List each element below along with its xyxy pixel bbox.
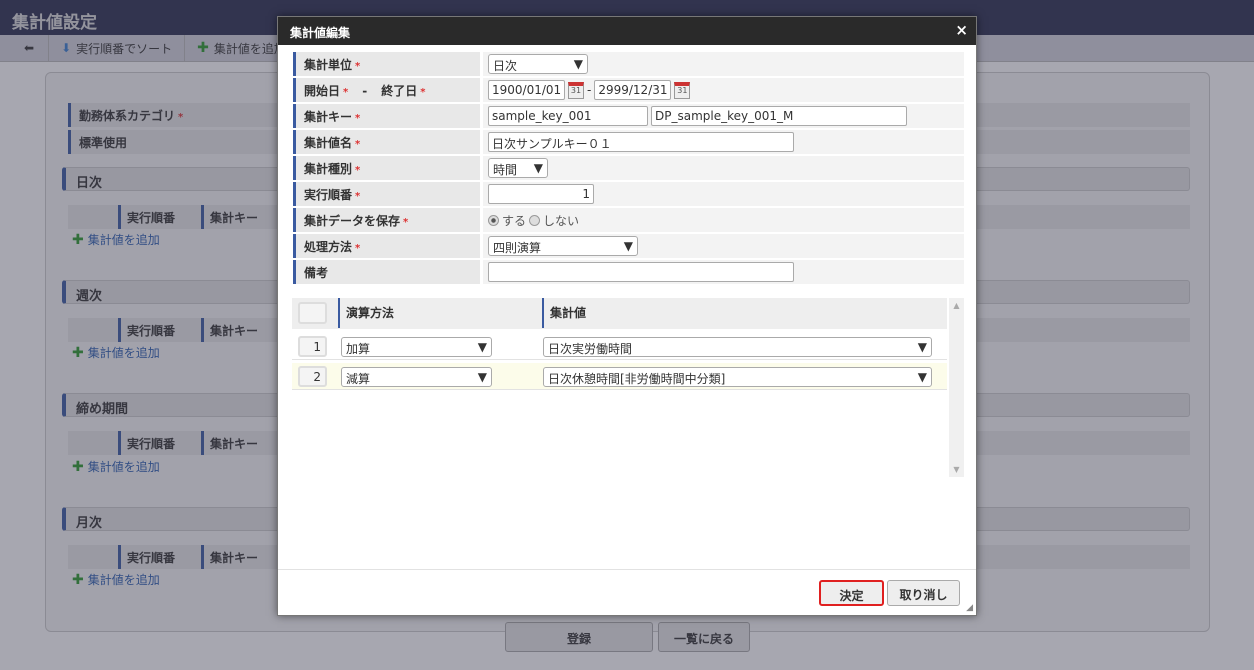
required-mark: * xyxy=(355,165,361,176)
required-mark: * xyxy=(355,191,361,202)
chevron-down-icon: ▼ xyxy=(623,239,633,253)
start-date-input[interactable]: 1900/01/01 xyxy=(488,80,565,100)
radio-no[interactable] xyxy=(529,214,541,226)
name-input[interactable]: 日次サンプルキー０１ xyxy=(488,132,794,152)
row-order: 実行順番 * 1 xyxy=(293,182,964,207)
end-date-input[interactable]: 2999/12/31 xyxy=(594,80,672,100)
required-mark: * xyxy=(355,61,361,72)
dash: - xyxy=(587,83,592,97)
required-mark: * xyxy=(355,113,361,124)
chevron-down-icon: ▼ xyxy=(917,340,927,354)
cancel-button[interactable]: 取り消し xyxy=(887,580,960,606)
label: 集計値名 xyxy=(304,136,353,150)
radio-yes-label: する xyxy=(502,213,527,228)
required-mark: * xyxy=(420,87,426,98)
value: 減算 xyxy=(346,372,371,386)
grid-row: 2 減算 ▼ 日次休憩時間[非労働時間中分類] ▼ xyxy=(292,363,947,390)
row-number[interactable]: 2 xyxy=(298,366,327,387)
calendar-icon[interactable]: 31 xyxy=(674,81,691,99)
row-save: 集計データを保存 * する しない xyxy=(293,208,964,233)
row-kind: 集計種別 * 時間 ▼ xyxy=(293,156,964,181)
col-value: 集計値 xyxy=(542,298,593,328)
value: 加算 xyxy=(346,342,371,356)
label: 集計キー xyxy=(304,110,353,124)
chevron-down-icon: ▼ xyxy=(573,57,583,71)
label: 集計データを保存 xyxy=(304,214,401,228)
value: 日次休憩時間[非労働時間中分類] xyxy=(548,372,726,386)
label: 終了日 xyxy=(381,84,418,98)
chevron-down-icon: ▼ xyxy=(917,370,927,384)
method-select[interactable]: 四則演算 ▼ xyxy=(488,236,638,256)
chevron-down-icon: ▼ xyxy=(477,340,487,354)
required-mark: * xyxy=(355,243,361,254)
required-mark: * xyxy=(355,139,361,150)
value: 時間 xyxy=(493,163,518,177)
grid-row: 1 加算 ▼ 日次実労働時間 ▼ xyxy=(292,333,947,360)
aggregate-value-select[interactable]: 日次実労働時間 ▼ xyxy=(543,337,932,357)
value: 四則演算 xyxy=(493,241,542,255)
value: 日次 xyxy=(493,59,518,73)
required-mark: * xyxy=(403,217,409,228)
footer-divider xyxy=(278,569,976,570)
unit-select[interactable]: 日次 ▼ xyxy=(488,54,588,74)
dialog-titlebar: 集計値編集 × xyxy=(278,17,976,45)
operation-select[interactable]: 減算 ▼ xyxy=(341,367,492,387)
value: 日次実労働時間 xyxy=(548,342,633,356)
ok-button[interactable]: 決定 xyxy=(819,580,884,606)
col-operation: 演算方法 xyxy=(338,298,401,328)
row-name: 集計値名 * 日次サンプルキー０１ xyxy=(293,130,964,155)
chevron-down-icon: ▼ xyxy=(533,161,543,175)
operation-select[interactable]: 加算 ▼ xyxy=(341,337,492,357)
row-unit: 集計単位 * 日次 ▼ xyxy=(293,52,964,77)
row-number[interactable]: 1 xyxy=(298,336,327,357)
chevron-down-icon: ▼ xyxy=(477,370,487,384)
required-mark: * xyxy=(343,87,349,98)
label: 開始日 xyxy=(304,84,341,98)
row-method: 処理方法 * 四則演算 ▼ xyxy=(293,234,964,259)
row-dates: 開始日 * - 終了日 * 1900/01/01 31-2999/12/31 31 xyxy=(293,78,964,103)
kind-select[interactable]: 時間 ▼ xyxy=(488,158,548,178)
label: 実行順番 xyxy=(304,188,353,202)
key-input[interactable]: sample_key_001 xyxy=(488,106,648,126)
close-icon[interactable]: × xyxy=(955,21,968,39)
label: 処理方法 xyxy=(304,240,353,254)
resize-handle-icon[interactable]: ◢ xyxy=(966,603,973,613)
radio-no-label: しない xyxy=(543,213,580,228)
calendar-icon[interactable]: 31 xyxy=(568,81,584,99)
label: 集計単位 xyxy=(304,58,353,72)
memo-input[interactable] xyxy=(488,262,794,282)
label: 備考 xyxy=(304,266,329,280)
dialog-title: 集計値編集 xyxy=(290,26,351,40)
radio-yes[interactable] xyxy=(488,214,499,226)
dp-key-input[interactable]: DP_sample_key_001_M xyxy=(651,106,907,126)
select-all-checkbox[interactable] xyxy=(298,302,327,324)
row-memo: 備考 xyxy=(293,260,964,285)
row-key: 集計キー * sample_key_001 DP_sample_key_001_M xyxy=(293,104,964,129)
aggregate-value-select[interactable]: 日次休憩時間[非労働時間中分類] ▼ xyxy=(543,367,932,387)
order-input[interactable]: 1 xyxy=(488,184,594,204)
dash: - xyxy=(362,84,368,98)
edit-dialog: 集計値編集 × 集計単位 * 日次 ▼ 開始日 * - 終了日 * 1900/01/01 31-29… xyxy=(277,16,977,616)
grid-scrollbar[interactable]: ▲ ▼ xyxy=(949,298,964,477)
label: 集計種別 xyxy=(304,162,353,176)
